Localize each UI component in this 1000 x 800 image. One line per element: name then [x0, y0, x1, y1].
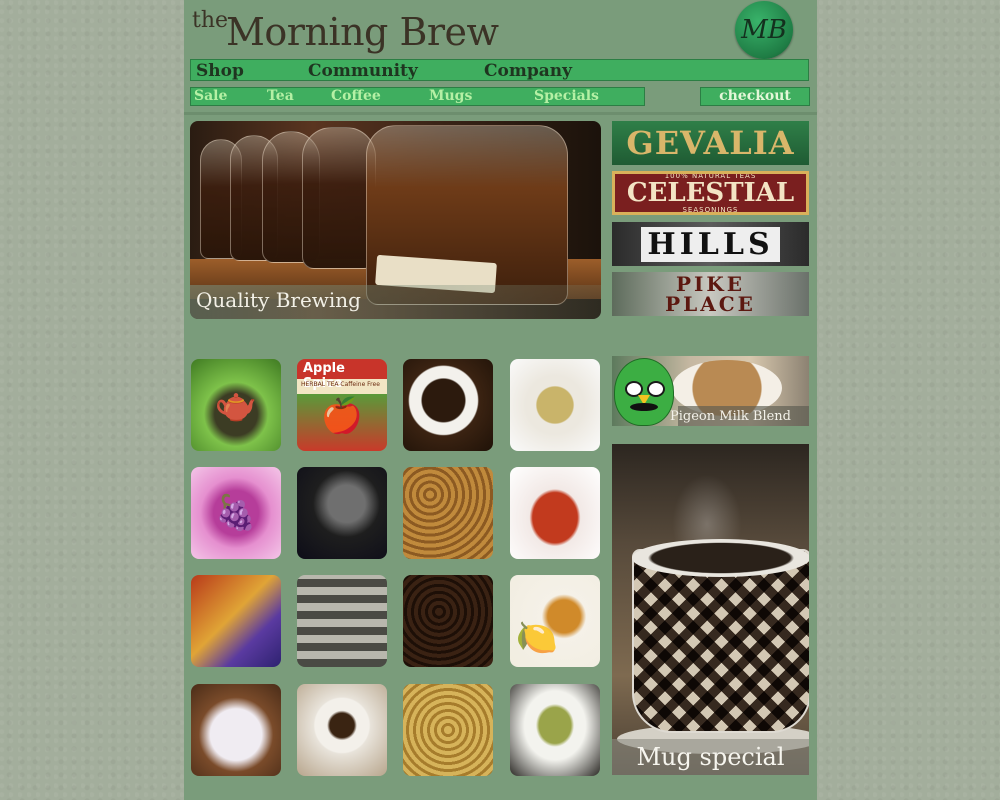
sub-nav: Sale Tea Coffee Mugs Specials [190, 87, 645, 106]
tins-tile[interactable] [297, 575, 387, 667]
nav-community[interactable]: Community [308, 61, 418, 81]
red-tea-bowl-tile[interactable] [510, 467, 600, 559]
nav-specials[interactable]: Specials [534, 88, 599, 104]
coffee-cup-beans-tile[interactable] [403, 359, 493, 451]
brand-hills-label: HILLS [641, 226, 780, 262]
pigeon-mustache [630, 403, 658, 411]
espresso-cup-tile[interactable] [297, 684, 387, 776]
brand-celestial[interactable]: 100% NATURAL TEAS CELESTIAL SEASONINGS [612, 171, 809, 215]
roasted-beans-tile[interactable] [403, 467, 493, 559]
main-nav: Shop Community Company [190, 59, 809, 81]
brand-pike-label-1: PIKE [675, 272, 746, 296]
brand-pike-label-2: PLACE [665, 292, 756, 316]
brand-pike-place[interactable]: PIKE PLACE [612, 272, 809, 316]
mb-badge[interactable]: MB [735, 1, 793, 59]
painted-teapot-tile[interactable] [191, 575, 281, 667]
logo-prefix: the [192, 8, 229, 33]
divider [184, 112, 817, 115]
nav-tea[interactable]: Tea [267, 88, 294, 104]
thermos-tile[interactable] [297, 467, 387, 559]
hero-banner[interactable]: Quality Brewing [190, 121, 601, 319]
brand-gevalia[interactable]: GEVALIA [612, 121, 809, 165]
teapot-tile[interactable]: 🫖 [191, 359, 281, 451]
apple-icon: 🍎 [320, 398, 364, 436]
pigeon-milk-blend-promo[interactable]: Pigeon Milk Blend [612, 356, 809, 426]
mug-rim [632, 539, 809, 577]
dark-beans-tile[interactable] [403, 575, 493, 667]
apple-spice-sub: HERBAL TEA Caffeine Free [301, 381, 380, 388]
brand-celestial-sub: SEASONINGS [682, 206, 739, 214]
brand-gevalia-label: GEVALIA [626, 124, 795, 162]
mug-caption: Mug special [636, 743, 785, 771]
green-tea-bowl-tile[interactable] [510, 684, 600, 776]
pigeon-mascot-icon [614, 358, 674, 426]
hero-caption: Quality Brewing [196, 288, 361, 312]
page-container: the Morning Brew MB Shop Community Compa… [184, 0, 817, 800]
nav-sale[interactable]: Sale [194, 88, 227, 104]
green-beans-tile[interactable] [403, 684, 493, 776]
pink-teapot-tile[interactable]: 🍇 [191, 467, 281, 559]
apple-spice-tile[interactable]: Apple Spice HERBAL TEA Caffeine Free 🍎 [297, 359, 387, 451]
jar-image [302, 127, 376, 269]
lemon-icon: 🍋 [515, 619, 559, 657]
logo-name: Morning Brew [226, 10, 499, 54]
grapes-icon: 🍇 [214, 495, 258, 532]
herbal-tea-cup-tile[interactable] [510, 359, 600, 451]
nav-company[interactable]: Company [484, 61, 572, 81]
mug-special-promo[interactable]: Mug special [612, 444, 809, 775]
nav-coffee[interactable]: Coffee [331, 88, 381, 104]
lemon-tea-tile[interactable]: 🍋 [510, 575, 600, 667]
floral-teapot-tile[interactable] [191, 684, 281, 776]
pigeon-caption: Pigeon Milk Blend [670, 409, 791, 424]
nav-mugs[interactable]: Mugs [429, 88, 472, 104]
brand-hills[interactable]: HILLS [612, 222, 809, 266]
brand-celestial-label: CELESTIAL [626, 178, 795, 208]
teapot-icon: 🫖 [214, 387, 258, 424]
checkout-button[interactable]: checkout [700, 87, 810, 106]
nav-shop[interactable]: Shop [196, 61, 244, 81]
